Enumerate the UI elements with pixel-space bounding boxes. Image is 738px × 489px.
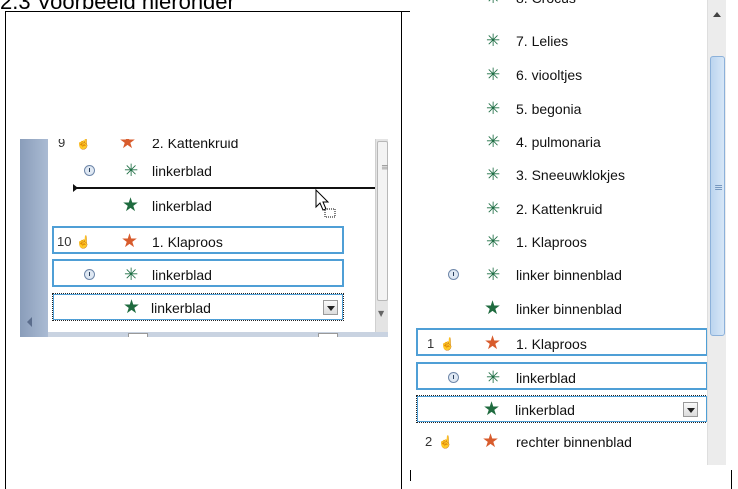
- sparkle-star-icon: ✳: [486, 165, 501, 184]
- footer-tab: [318, 333, 338, 337]
- sparkle-star-icon: ✳: [486, 99, 501, 118]
- dropdown-button[interactable]: [683, 402, 698, 417]
- list-item-label: 1. Klaproos: [152, 234, 223, 250]
- sparkle-star-icon: ✳: [486, 368, 501, 387]
- sparkle-star-icon: ✳: [486, 265, 501, 284]
- list-item-selected[interactable]: 10 ☝ ★ 1. Klaproos: [52, 226, 344, 254]
- sparkle-star-icon: ✳: [486, 199, 501, 218]
- dropdown-button[interactable]: [323, 300, 338, 315]
- list-item[interactable]: 9 ☝ ★ 2. Kattenkruid: [48, 139, 375, 157]
- table-divider: [401, 11, 402, 489]
- sparkle-star-icon: ✳: [486, 0, 500, 12]
- left-footer: [48, 332, 388, 337]
- list-item[interactable]: ✳ 5. begonia: [410, 95, 707, 123]
- red-star-icon: ★: [119, 139, 137, 153]
- list-item[interactable]: ✳ 6. viooltjes: [410, 61, 707, 89]
- page: 2.3 Voorbeeld hieronder 9 ☝ ★ 2. Kattenk…: [0, 0, 738, 489]
- list-item-label: linkerblad: [152, 163, 212, 179]
- list-item[interactable]: ★ linker binnenblad: [410, 295, 707, 323]
- list-item[interactable]: ✳ 1. Klaproos: [410, 228, 707, 256]
- list-item[interactable]: ✳ 7. Lelies: [410, 27, 707, 55]
- list-item-selected[interactable]: ✳ linkerblad: [52, 259, 344, 287]
- left-scrollbar[interactable]: ≡ ▼: [375, 139, 388, 332]
- footer-tab: [128, 333, 148, 337]
- list-item[interactable]: ✳ linker binnenblad: [410, 261, 707, 289]
- scroll-up-icon[interactable]: [713, 12, 721, 17]
- red-star-icon: ★: [482, 431, 500, 452]
- sparkle-star-icon: ✳: [486, 65, 501, 84]
- list-item-label: 3. Sneeuwklokjes: [516, 167, 625, 183]
- list-item-label: 5. begonia: [516, 101, 582, 117]
- list-item-label: rechter binnenblad: [516, 434, 632, 450]
- list-item-focused[interactable]: ★ linkerblad: [52, 293, 344, 321]
- mouse-click-icon: ☝: [438, 435, 453, 449]
- list-item[interactable]: ✳ 3. Sneeuwklokjes: [410, 161, 707, 189]
- clock-icon: [84, 165, 95, 176]
- red-star-icon: ★: [121, 231, 139, 252]
- list-item-focused[interactable]: ★ linkerblad: [416, 395, 708, 423]
- sparkle-star-icon: ✳: [486, 232, 501, 251]
- sparkle-star-icon: ✳: [124, 161, 139, 180]
- list-item-selected[interactable]: ✳ linkerblad: [416, 362, 708, 390]
- list-item[interactable]: ✳ 8. Crocus: [410, 0, 707, 12]
- mouse-click-icon: ☝: [76, 139, 91, 150]
- list-item-label: 1. Klaproos: [516, 234, 587, 250]
- slide-list-left: 9 ☝ ★ 2. Kattenkruid ✳ linkerblad ★ link…: [48, 139, 381, 332]
- list-item-label: linkerblad: [152, 198, 212, 214]
- right-scrollbar[interactable]: ≡: [707, 0, 726, 465]
- list-item-label: linkerblad: [151, 300, 211, 316]
- sparkle-star-icon: ✳: [486, 31, 501, 50]
- left-screenshot: 9 ☝ ★ 2. Kattenkruid ✳ linkerblad ★ link…: [20, 139, 388, 337]
- list-item[interactable]: ✳ linkerblad: [48, 157, 375, 185]
- sparkle-star-icon: ✳: [124, 265, 139, 284]
- list-item[interactable]: ✳ 4. pulmonaria: [410, 128, 707, 156]
- clock-icon: [448, 269, 459, 280]
- list-item-label: linkerblad: [152, 267, 212, 283]
- green-star-icon: ★: [484, 298, 502, 319]
- list-item-selected[interactable]: 1 ☝ ★ 1. Klaproos: [416, 328, 708, 356]
- list-item-label: linker binnenblad: [516, 301, 622, 317]
- scrollbar-thumb[interactable]: ≡: [710, 56, 725, 336]
- green-star-icon: ★: [483, 399, 501, 420]
- list-item-label: 2. Kattenkruid: [516, 201, 603, 217]
- scrollbar-thumb[interactable]: ≡: [377, 141, 388, 301]
- list-item-label: linkerblad: [516, 370, 576, 386]
- sparkle-star-icon: ✳: [486, 132, 501, 151]
- right-screenshot: ✳ 8. Crocus ✳ 7. Lelies ✳ 6. viooltjes ✳…: [410, 0, 732, 470]
- clock-icon: [448, 372, 459, 383]
- green-star-icon: ★: [122, 195, 140, 216]
- clock-icon: [84, 269, 95, 280]
- red-star-icon: ★: [484, 333, 502, 354]
- list-item[interactable]: 2 ☝ ★ rechter binnenblad: [410, 428, 707, 456]
- grip-icon: ≡: [714, 181, 724, 194]
- list-item-label: 1. Klaproos: [516, 336, 587, 352]
- list-item-label: 7. Lelies: [516, 33, 569, 49]
- green-star-icon: ★: [123, 297, 141, 318]
- list-item-label: linker binnenblad: [516, 267, 622, 283]
- scroll-down-icon[interactable]: ▼: [378, 309, 384, 318]
- list-item-label: linkerblad: [515, 402, 575, 418]
- gutter-arrow-icon: [22, 317, 32, 327]
- list-item-label: 2. Kattenkruid: [152, 139, 239, 151]
- left-gutter: [20, 139, 48, 337]
- drag-cursor-icon: [315, 189, 336, 218]
- mouse-click-icon: ☝: [76, 235, 91, 249]
- grip-icon: ≡: [381, 163, 388, 173]
- list-item-label: 4. pulmonaria: [516, 134, 601, 150]
- mouse-click-icon: ☝: [440, 337, 455, 351]
- list-item-label: 8. Crocus: [516, 0, 576, 12]
- list-item-label: 6. viooltjes: [516, 67, 583, 83]
- list-item[interactable]: ✳ 2. Kattenkruid: [410, 195, 707, 223]
